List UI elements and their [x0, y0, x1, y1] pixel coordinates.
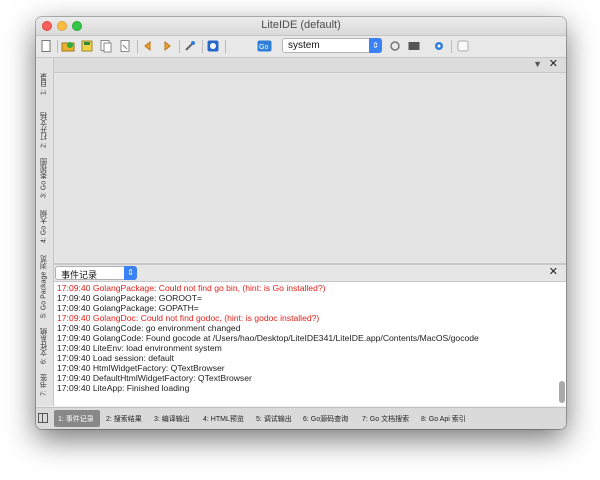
save-icon[interactable]	[80, 39, 94, 53]
settings-icon[interactable]	[432, 39, 446, 53]
tab-debug-output[interactable]: 5: 调试输出	[256, 414, 292, 424]
tab-build-output[interactable]: 3: 编译输出	[154, 414, 190, 424]
close-output-button[interactable]: ✕	[549, 265, 558, 278]
svg-text:Go: Go	[259, 44, 268, 51]
bottom-tab-bar: 1: 事件记录 2: 搜索结果 3: 编译输出 4: HTML预览 5: 调试输…	[36, 407, 566, 429]
log-line: 17:09:40 GolangPackage: GOROOT=	[57, 293, 202, 303]
blank-icon[interactable]	[456, 39, 470, 53]
refresh-icon[interactable]	[388, 39, 402, 53]
tools-icon[interactable]	[183, 39, 197, 53]
close-editor-button[interactable]: ✕	[549, 57, 558, 70]
browser-icon[interactable]	[206, 39, 220, 53]
event-log-panel[interactable]: 17:09:40 GolangPackage: Could not find g…	[54, 282, 566, 406]
back-icon[interactable]	[141, 39, 155, 53]
sidebar-item-file-system[interactable]: 6: 文件系统	[38, 326, 51, 366]
output-header: 事件记录 ⇕ ✕	[54, 265, 566, 282]
sidebar-item-open-docs[interactable]: 2: 打开文档	[38, 110, 51, 150]
save-all-icon[interactable]	[99, 39, 113, 53]
editor-area[interactable]: ▼ ✕	[54, 58, 566, 263]
log-line: 17:09:40 HtmlWidgetFactory: QTextBrowser	[57, 363, 225, 373]
forward-icon[interactable]	[160, 39, 174, 53]
log-line: 17:09:40 LiteApp: Finished loading	[57, 383, 190, 393]
sidebar-item-go-package-browser[interactable]: 5: Go Package 浏览	[38, 254, 51, 320]
new-file-icon[interactable]	[39, 39, 53, 53]
panel-toggle-icon[interactable]	[38, 413, 48, 423]
environment-select[interactable]: system ⇕	[282, 38, 382, 53]
main-toolbar: Go system ⇕	[36, 36, 566, 58]
terminal-icon[interactable]	[407, 39, 421, 53]
chevron-down-icon: ⇕	[124, 266, 137, 280]
app-window: LiteIDE (default) Go system ⇕ 1: 目录 2: 打…	[36, 17, 566, 429]
output-select-value: 事件记录	[61, 270, 98, 280]
editor-header: ▼ ✕	[54, 58, 566, 73]
side-tab-bar: 1: 目录 2: 打开文档 3: Go 类视图 4: Go 大纲 5: Go P…	[36, 58, 54, 406]
log-line: 17:09:40 GolangPackage: GOPATH=	[57, 303, 199, 313]
chevron-down-icon: ⇕	[369, 38, 382, 53]
tab-go-source-query[interactable]: 6: Go源码查询	[303, 414, 348, 424]
tab-go-doc-search[interactable]: 7: Go 文档搜索	[362, 414, 409, 424]
sidebar-item-go-outline[interactable]: 4: Go 大纲	[38, 208, 51, 244]
log-line: 17:09:40 GolangCode: Found gocode at /Us…	[57, 333, 479, 343]
output-select[interactable]: 事件记录 ⇕	[55, 266, 137, 280]
dropdown-arrow-icon[interactable]: ▼	[533, 59, 542, 69]
log-line: 17:09:40 GolangDoc: Could not find godoc…	[57, 313, 320, 323]
tab-search-results[interactable]: 2: 搜索结果	[106, 414, 142, 424]
sidebar-item-bookmarks[interactable]: 7: 书签	[38, 372, 51, 398]
close-file-icon[interactable]	[118, 39, 132, 53]
sidebar-item-directory[interactable]: 1: 目录	[38, 71, 51, 97]
environment-value: system	[288, 40, 320, 51]
log-line: 17:09:40 GolangCode: go environment chan…	[57, 323, 241, 333]
scroll-thumb[interactable]	[559, 381, 565, 403]
go-icon[interactable]: Go	[257, 39, 272, 53]
log-line: 17:09:40 LiteEnv: load environment syste…	[57, 343, 222, 353]
window-title: LiteIDE (default)	[261, 19, 341, 31]
title-bar[interactable]: LiteIDE (default)	[36, 17, 566, 36]
log-line: 17:09:40 DefaultHtmlWidgetFactory: QText…	[57, 373, 252, 383]
tab-event-log[interactable]: 1: 事件记录	[58, 414, 94, 424]
tab-html-preview[interactable]: 4: HTML预览	[203, 414, 244, 424]
log-line: 17:09:40 Load session: default	[57, 353, 175, 363]
tab-go-api-index[interactable]: 8: Go Api 索引	[421, 414, 466, 424]
open-folder-icon[interactable]	[61, 39, 75, 53]
sidebar-item-go-class-view[interactable]: 3: Go 类视图	[38, 156, 51, 200]
log-scrollbar[interactable]	[559, 283, 565, 404]
log-line: 17:09:40 GolangPackage: Could not find g…	[57, 283, 326, 293]
